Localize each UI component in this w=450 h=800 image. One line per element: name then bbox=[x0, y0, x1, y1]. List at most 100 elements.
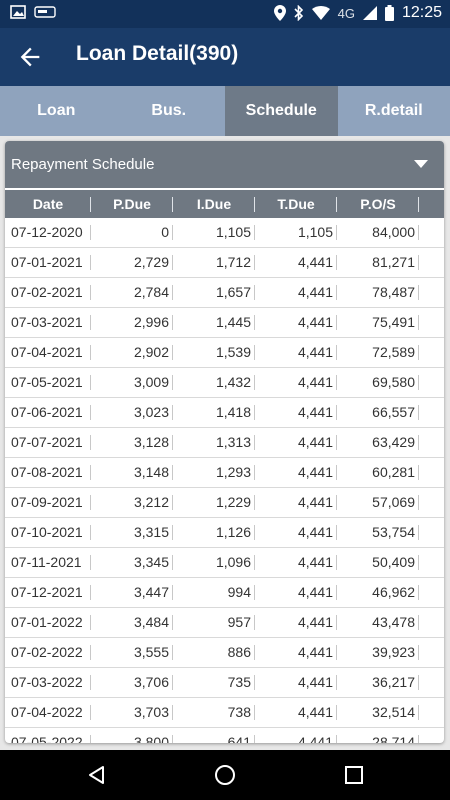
cell-i-due: 886 bbox=[173, 638, 255, 667]
clock: 12:25 bbox=[401, 4, 442, 21]
cell-p-os: 66,557 bbox=[337, 398, 419, 427]
recents-square-icon[interactable] bbox=[343, 764, 365, 786]
cell-p-os: 57,069 bbox=[337, 488, 419, 517]
cell-date: 07-03-2022 bbox=[5, 668, 91, 697]
cell-t-due: 4,441 bbox=[255, 398, 337, 427]
cell-t-due: 4,441 bbox=[255, 728, 337, 743]
wifi-icon bbox=[311, 6, 330, 20]
cell-p-os: 69,580 bbox=[337, 368, 419, 397]
back-triangle-icon[interactable] bbox=[86, 764, 108, 786]
cell-p-os: 46,962 bbox=[337, 578, 419, 607]
status-icons: 4G 12:25 bbox=[273, 4, 442, 22]
cell-i-due: 1,445 bbox=[173, 308, 255, 337]
cell-i-due: 1,126 bbox=[173, 518, 255, 547]
column-header-t-due: T.Due bbox=[255, 190, 337, 218]
table-row: 07-05-2022 3,800 641 4,441 28,714 bbox=[5, 728, 444, 743]
cell-i-due: 1,293 bbox=[173, 458, 255, 487]
navigation-bar bbox=[0, 750, 450, 800]
cell-p-os: 63,429 bbox=[337, 428, 419, 457]
status-bar: 4G 12:25 bbox=[0, 0, 450, 28]
caret-down-icon bbox=[414, 160, 428, 168]
table-row: 07-03-2021 2,996 1,445 4,441 75,491 bbox=[5, 308, 444, 338]
cell-date: 07-03-2021 bbox=[5, 308, 91, 337]
cell-t-due: 4,441 bbox=[255, 608, 337, 637]
network-type: 4G bbox=[337, 5, 355, 21]
cell-t-due: 4,441 bbox=[255, 428, 337, 457]
table-row: 07-01-2021 2,729 1,712 4,441 81,271 bbox=[5, 248, 444, 278]
cell-t-due: 4,441 bbox=[255, 698, 337, 727]
table-row: 07-02-2022 3,555 886 4,441 39,923 bbox=[5, 638, 444, 668]
cell-i-due: 1,432 bbox=[173, 368, 255, 397]
table-row: 07-11-2021 3,345 1,096 4,441 50,409 bbox=[5, 548, 444, 578]
cell-t-due: 4,441 bbox=[255, 578, 337, 607]
cell-t-due: 4,441 bbox=[255, 368, 337, 397]
cell-i-due: 1,313 bbox=[173, 428, 255, 457]
location-icon bbox=[273, 5, 286, 21]
battery-icon bbox=[384, 5, 394, 21]
cell-p-due: 3,315 bbox=[91, 518, 173, 547]
cell-p-due: 3,555 bbox=[91, 638, 173, 667]
status-notifications bbox=[10, 5, 58, 19]
cell-t-due: 4,441 bbox=[255, 548, 337, 577]
cell-p-due: 3,345 bbox=[91, 548, 173, 577]
cell-date: 07-11-2021 bbox=[5, 548, 91, 577]
tab-bus[interactable]: Bus. bbox=[113, 86, 226, 136]
cell-i-due: 1,657 bbox=[173, 278, 255, 307]
dropdown-label: Repayment Schedule bbox=[11, 156, 155, 173]
tab-loan[interactable]: Loan bbox=[0, 86, 113, 136]
cell-p-os: 28,714 bbox=[337, 728, 419, 743]
table-row: 07-03-2022 3,706 735 4,441 36,217 bbox=[5, 668, 444, 698]
cell-i-due: 1,105 bbox=[173, 218, 255, 247]
cell-i-due: 1,096 bbox=[173, 548, 255, 577]
cell-i-due: 957 bbox=[173, 608, 255, 637]
table-header: Date P.Due I.Due T.Due P.O/S bbox=[5, 190, 444, 218]
cell-p-due: 3,212 bbox=[91, 488, 173, 517]
table-row: 07-09-2021 3,212 1,229 4,441 57,069 bbox=[5, 488, 444, 518]
cell-p-os: 32,514 bbox=[337, 698, 419, 727]
cell-t-due: 4,441 bbox=[255, 518, 337, 547]
tab-r-detail[interactable]: R.detail bbox=[338, 86, 450, 136]
cell-date: 07-04-2022 bbox=[5, 698, 91, 727]
signal-icon bbox=[362, 6, 377, 20]
page-title: Loan Detail(390) bbox=[76, 42, 239, 65]
cell-date: 07-09-2021 bbox=[5, 488, 91, 517]
cell-p-due: 2,902 bbox=[91, 338, 173, 367]
cell-t-due: 4,441 bbox=[255, 668, 337, 697]
cell-date: 07-08-2021 bbox=[5, 458, 91, 487]
back-arrow-icon[interactable] bbox=[16, 43, 44, 71]
cell-p-due: 3,128 bbox=[91, 428, 173, 457]
cell-p-due: 2,996 bbox=[91, 308, 173, 337]
tab-schedule[interactable]: Schedule bbox=[225, 86, 338, 136]
cell-p-os: 39,923 bbox=[337, 638, 419, 667]
cell-date: 07-05-2022 bbox=[5, 728, 91, 743]
cell-p-due: 3,148 bbox=[91, 458, 173, 487]
app-notification-icon bbox=[34, 6, 56, 18]
home-circle-icon[interactable] bbox=[214, 764, 236, 786]
cell-t-due: 4,441 bbox=[255, 638, 337, 667]
table-row: 07-04-2021 2,902 1,539 4,441 72,589 bbox=[5, 338, 444, 368]
cell-p-due: 2,784 bbox=[91, 278, 173, 307]
cell-i-due: 735 bbox=[173, 668, 255, 697]
cell-i-due: 738 bbox=[173, 698, 255, 727]
cell-date: 07-02-2021 bbox=[5, 278, 91, 307]
cell-p-os: 72,589 bbox=[337, 338, 419, 367]
cell-p-os: 78,487 bbox=[337, 278, 419, 307]
cell-p-due: 0 bbox=[91, 218, 173, 247]
cell-p-os: 84,000 bbox=[337, 218, 419, 247]
cell-p-due: 3,009 bbox=[91, 368, 173, 397]
tab-bar: Loan Bus. Schedule R.detail bbox=[0, 86, 450, 136]
cell-t-due: 4,441 bbox=[255, 248, 337, 277]
cell-date: 07-05-2021 bbox=[5, 368, 91, 397]
cell-p-due: 2,729 bbox=[91, 248, 173, 277]
cell-t-due: 4,441 bbox=[255, 458, 337, 487]
cell-p-os: 36,217 bbox=[337, 668, 419, 697]
cell-date: 07-07-2021 bbox=[5, 428, 91, 457]
schedule-table-body[interactable]: 07-12-2020 0 1,105 1,105 84,000 07-01-2021 2,7… bbox=[5, 218, 444, 743]
cell-date: 07-01-2022 bbox=[5, 608, 91, 637]
cell-p-due: 3,706 bbox=[91, 668, 173, 697]
column-header-p-os: P.O/S bbox=[337, 190, 419, 218]
cell-i-due: 1,418 bbox=[173, 398, 255, 427]
schedule-dropdown[interactable]: Repayment Schedule bbox=[5, 141, 444, 188]
cell-t-due: 4,441 bbox=[255, 278, 337, 307]
cell-t-due: 4,441 bbox=[255, 308, 337, 337]
